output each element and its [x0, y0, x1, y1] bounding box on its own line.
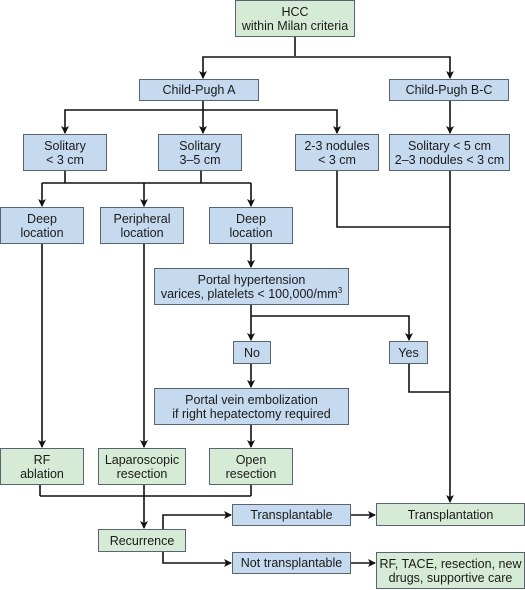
node-text: RF [33, 452, 51, 467]
node-text: if right hepatectomy required [172, 406, 331, 421]
node-transplantable: Transplantable [232, 504, 351, 526]
node-text: Recurrence [109, 533, 175, 548]
node-text: No [244, 345, 260, 360]
node-text: varices, platelets < 100,000/mm3 [160, 285, 343, 301]
edge-ph-to-yes [251, 315, 413, 341]
node-hcc-milan: HCC within Milan criteria [235, 0, 355, 37]
node-text: 2–3 nodules < 3 cm [394, 152, 505, 167]
node-text: drugs, supportive care [388, 570, 513, 585]
edge-yes-to-transplant-line [408, 364, 450, 393]
node-text: Deep [236, 211, 266, 226]
node-text: Solitary < 5 cm [407, 138, 491, 153]
node-no: No [233, 341, 271, 364]
node-text: location [120, 225, 164, 240]
node-text: Solitary [179, 138, 221, 153]
node-text: Open [235, 452, 267, 467]
node-text: Transplantable [250, 508, 333, 522]
edge-cpa-to-nodules [203, 109, 341, 134]
node-text: 2-3 nodules [304, 138, 370, 153]
node-text: within Milan criteria [241, 18, 349, 33]
node-text: Laparoscopic [104, 452, 180, 467]
node-text: 3–5 cm [179, 152, 221, 167]
node-nodules-2-3: 2-3 nodules < 3 cm [295, 134, 379, 171]
node-text: Portal vein embolization [185, 392, 318, 407]
node-other-treatments: RF, TACE, resection, new drugs, supporti… [376, 552, 525, 589]
node-text: location [20, 225, 64, 240]
node-text: location [229, 225, 273, 240]
node-deep-location-1: Deep location [0, 207, 84, 244]
edge-recurrence-to-transplantable [162, 511, 232, 529]
node-child-pugh-bc: Child-Pugh B-C [389, 79, 509, 101]
superscript: 3 [337, 285, 343, 295]
node-text: HCC [281, 4, 309, 19]
node-text: Yes [398, 345, 419, 360]
node-solitary-lt3: Solitary < 3 cm [23, 134, 107, 171]
node-portal-vein-embolization: Portal vein embolization if right hepate… [154, 388, 349, 425]
node-recurrence: Recurrence [98, 529, 186, 552]
node-text: resection [116, 466, 168, 481]
node-open-resection: Open resection [209, 448, 293, 485]
edge-hcc-to-child-pugh-bc [295, 56, 454, 79]
edge-hcc-to-child-pugh-a [199, 56, 295, 79]
node-text: resection [225, 466, 277, 481]
edge-nodules-to-transplant-line [336, 171, 450, 228]
node-text: RF, TACE, resection, new [379, 556, 522, 571]
node-yes: Yes [389, 341, 428, 364]
node-text: < 3 cm [318, 152, 356, 167]
node-text: < 3 cm [46, 152, 84, 167]
node-text: ablation [20, 466, 64, 481]
node-text: Transplantation [407, 507, 494, 522]
node-peripheral-location: Peripheral location [100, 207, 184, 244]
node-text: Child-Pugh A [162, 83, 236, 97]
node-text-main: varices, platelets < 100,000/mm [160, 286, 338, 301]
node-text: Not transplantable [240, 556, 343, 570]
node-rf-ablation: RF ablation [0, 448, 84, 485]
node-transplantation: Transplantation [376, 503, 525, 526]
node-portal-hypertension: Portal hypertension varices, platelets <… [154, 268, 349, 305]
node-laparoscopic-resection: Laparoscopic resection [98, 448, 186, 485]
node-bc-criteria: Solitary < 5 cm 2–3 nodules < 3 cm [389, 134, 510, 171]
node-text: Child-Pugh B-C [405, 83, 493, 97]
node-text: Portal hypertension [197, 272, 306, 287]
node-text: Peripheral [113, 211, 171, 226]
edge-cpa-to-solitary-lt3 [61, 109, 203, 134]
node-not-transplantable: Not transplantable [232, 552, 351, 574]
node-text: Deep [27, 211, 57, 226]
node-deep-location-2: Deep location [209, 207, 293, 244]
edge-recurrence-to-not-transplantable [162, 552, 232, 567]
node-solitary-3-5: Solitary 3–5 cm [158, 134, 242, 171]
node-child-pugh-a: Child-Pugh A [139, 79, 259, 101]
node-text: Solitary [44, 138, 86, 153]
